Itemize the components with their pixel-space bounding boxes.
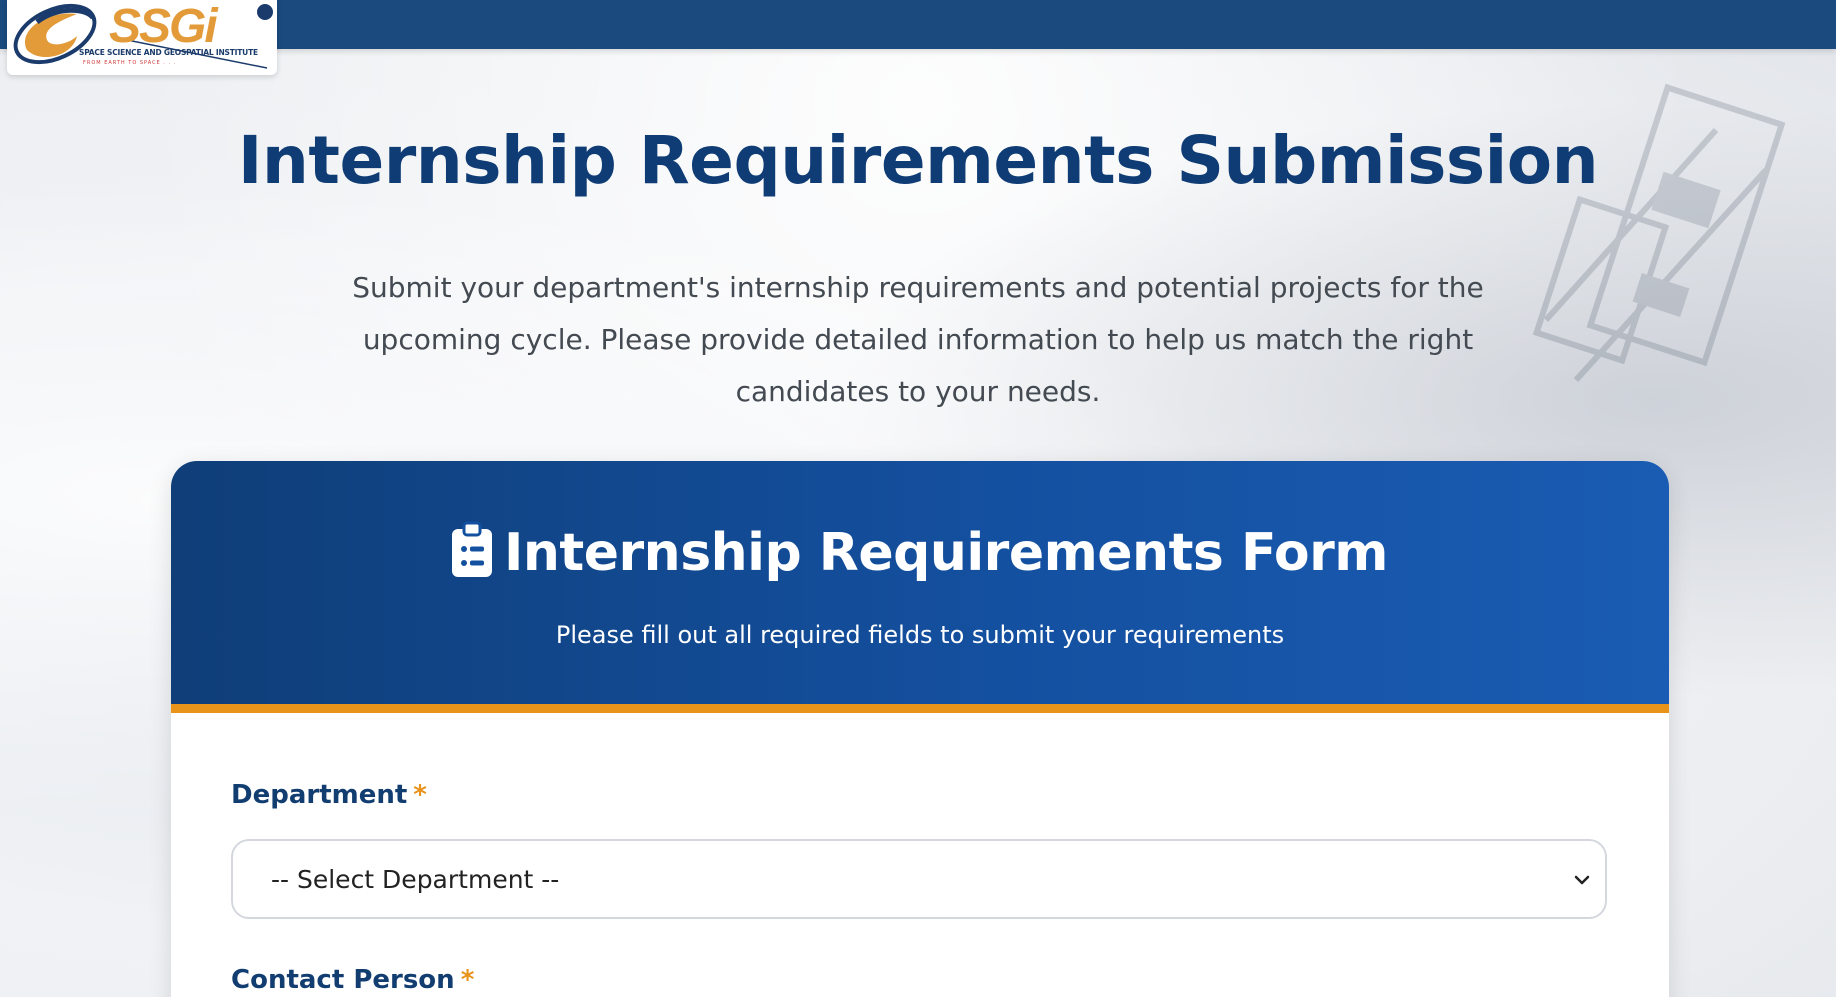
logo-tagline: FROM EARTH TO SPACE . . . — [83, 60, 177, 66]
svg-text:SSGi: SSGi — [109, 0, 219, 53]
satellite-background-image — [1532, 83, 1786, 383]
department-select-value: -- Select Department -- — [271, 865, 560, 894]
clipboard-list-icon — [452, 521, 493, 577]
form-title: Internship Requirements Form — [504, 523, 1388, 583]
contact-person-label: Contact Person * — [231, 965, 474, 995]
department-label-text: Department — [231, 780, 408, 810]
contact-person-label-text: Contact Person — [231, 965, 455, 995]
department-label: Department * — [231, 780, 427, 810]
form-title-row: Internship Requirements Form — [171, 521, 1669, 583]
logo-institute-name: SPACE SCIENCE AND GEOSPATIAL INSTITUTE — [79, 48, 258, 57]
internship-form-card: Internship Requirements Form Please fill… — [171, 461, 1669, 997]
required-asterisk: * — [460, 965, 475, 995]
form-header: Internship Requirements Form Please fill… — [171, 461, 1669, 713]
page-title: Internship Requirements Submission — [237, 122, 1599, 199]
ssgi-logo[interactable]: SSGi SPACE SCIENCE AND GEOSPATIAL INSTIT… — [7, 0, 277, 75]
form-subtitle: Please fill out all required fields to s… — [555, 621, 1285, 649]
required-asterisk: * — [413, 780, 427, 810]
chevron-down-icon — [1574, 875, 1590, 885]
page-description: Submit your department's internship requ… — [352, 271, 1484, 408]
department-select[interactable]: -- Select Department -- — [231, 839, 1607, 919]
